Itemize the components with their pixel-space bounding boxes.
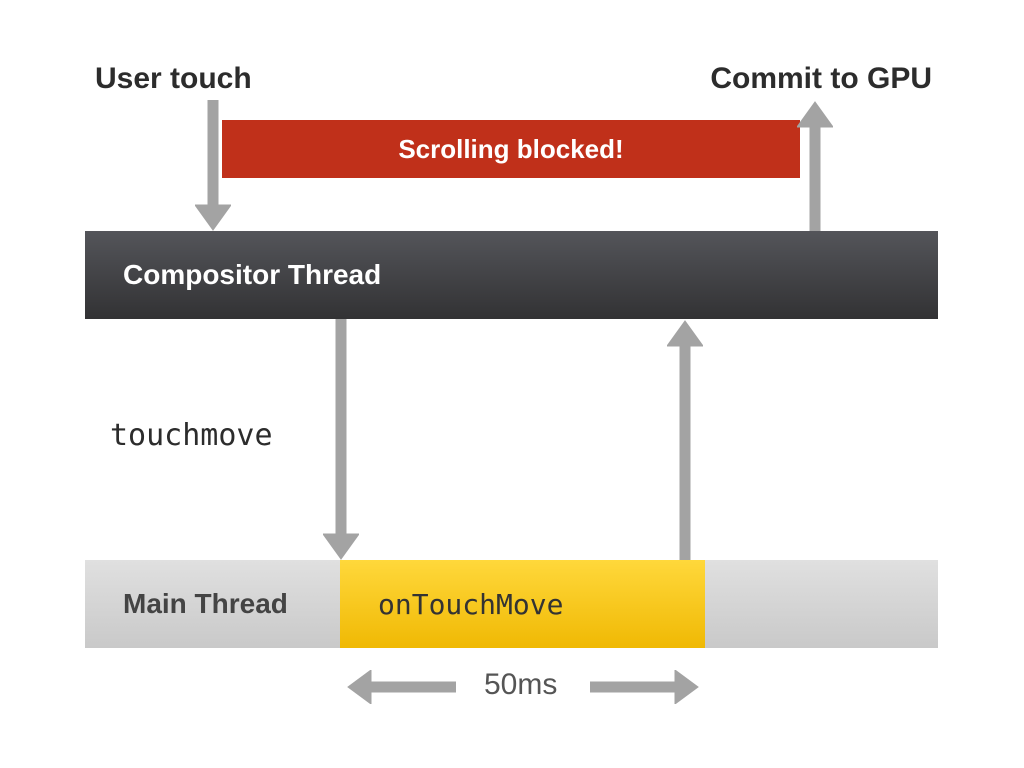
ontouchmove-segment: onTouchMove	[340, 560, 705, 648]
arrow-touchmove-down	[323, 319, 359, 561]
dimension-arrow-left	[346, 670, 456, 704]
touchmove-label: touchmove	[110, 418, 273, 453]
scrolling-blocked-banner: Scrolling blocked!	[222, 120, 800, 178]
ontouchmove-label: onTouchMove	[378, 588, 563, 621]
user-touch-label: User touch	[95, 62, 252, 96]
commit-gpu-label: Commit to GPU	[710, 62, 932, 96]
arrow-user-touch-down	[195, 100, 231, 232]
duration-label: 50ms	[484, 668, 557, 702]
compositor-thread-bar: Compositor Thread	[85, 231, 938, 319]
arrow-commit-gpu-up	[797, 100, 833, 232]
scrolling-blocked-text: Scrolling blocked!	[398, 134, 623, 165]
main-thread-label: Main Thread	[123, 588, 288, 620]
arrow-return-up	[667, 319, 703, 561]
dimension-arrow-right	[590, 670, 700, 704]
diagram-stage: User touch Commit to GPU Scrolling block…	[0, 0, 1024, 768]
compositor-thread-label: Compositor Thread	[123, 259, 381, 291]
